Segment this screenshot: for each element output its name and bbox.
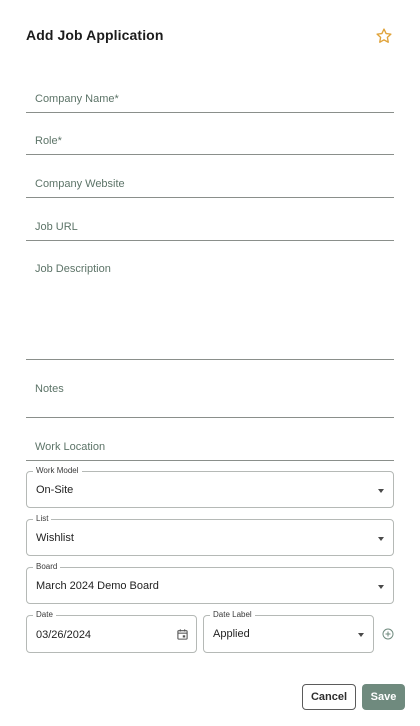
calendar-icon[interactable] [176, 628, 189, 641]
company-website-label: Company Website [35, 178, 125, 190]
date-input[interactable]: Date 03/26/2024 [26, 610, 197, 653]
chevron-down-icon [378, 537, 384, 541]
date-label-select[interactable]: Date Label Applied [203, 610, 374, 653]
notes-field[interactable]: Notes [26, 372, 394, 418]
chevron-down-icon [358, 633, 364, 637]
date-label: Date [33, 610, 56, 620]
job-description-field[interactable]: Job Description [26, 252, 394, 360]
star-icon[interactable] [375, 27, 393, 45]
role-label: Role* [35, 135, 62, 147]
add-job-application-dialog: Add Job Application Company Name* Role* … [0, 0, 420, 726]
chevron-down-icon [378, 585, 384, 589]
company-name-field[interactable]: Company Name* [26, 82, 394, 113]
work-location-label: Work Location [35, 441, 106, 453]
cancel-button[interactable]: Cancel [302, 684, 356, 710]
work-model-label: Work Model [33, 466, 82, 476]
work-model-value: On-Site [36, 484, 74, 496]
board-select[interactable]: Board March 2024 Demo Board [26, 562, 394, 604]
dialog-title: Add Job Application [26, 27, 164, 43]
job-url-label: Job URL [35, 221, 78, 233]
list-label: List [33, 514, 52, 524]
role-field[interactable]: Role* [26, 124, 394, 155]
chevron-down-icon [378, 489, 384, 493]
work-model-select[interactable]: Work Model On-Site [26, 466, 394, 508]
work-location-field[interactable]: Work Location [26, 430, 394, 461]
add-circle-icon[interactable] [382, 628, 394, 640]
list-select[interactable]: List Wishlist [26, 514, 394, 556]
job-url-field[interactable]: Job URL [26, 210, 394, 241]
date-label-value: Applied [213, 628, 250, 640]
company-website-field[interactable]: Company Website [26, 167, 394, 198]
job-description-label: Job Description [35, 263, 111, 275]
company-name-label: Company Name* [35, 93, 119, 105]
save-button[interactable]: Save [362, 684, 405, 710]
board-value: March 2024 Demo Board [36, 580, 159, 592]
board-label: Board [33, 562, 61, 572]
list-value: Wishlist [36, 532, 74, 544]
notes-label: Notes [35, 383, 64, 395]
date-label-label: Date Label [210, 610, 255, 620]
date-value: 03/26/2024 [36, 629, 92, 641]
